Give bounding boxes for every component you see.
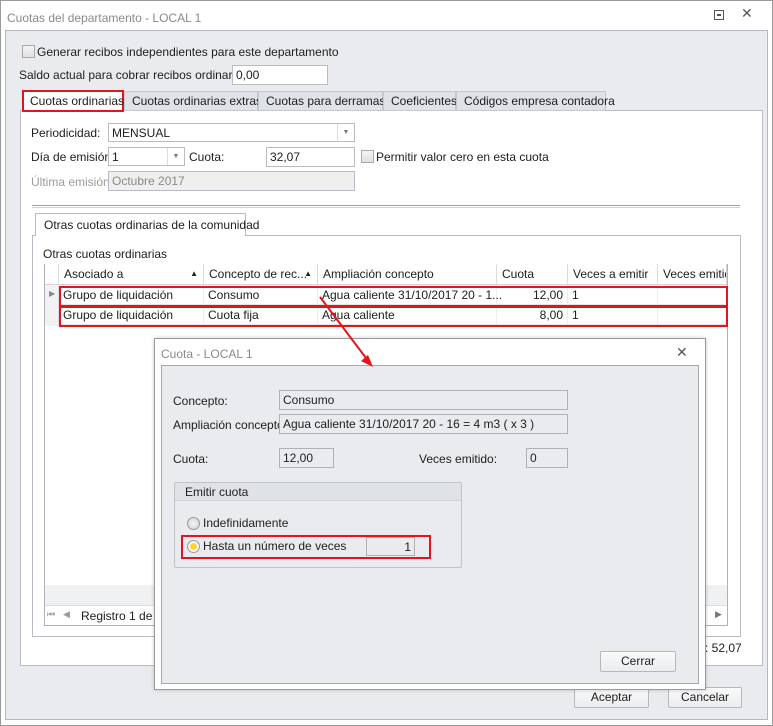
arrow-line xyxy=(319,296,370,363)
annotation-arrow xyxy=(319,296,373,367)
arrow-head xyxy=(361,355,373,367)
